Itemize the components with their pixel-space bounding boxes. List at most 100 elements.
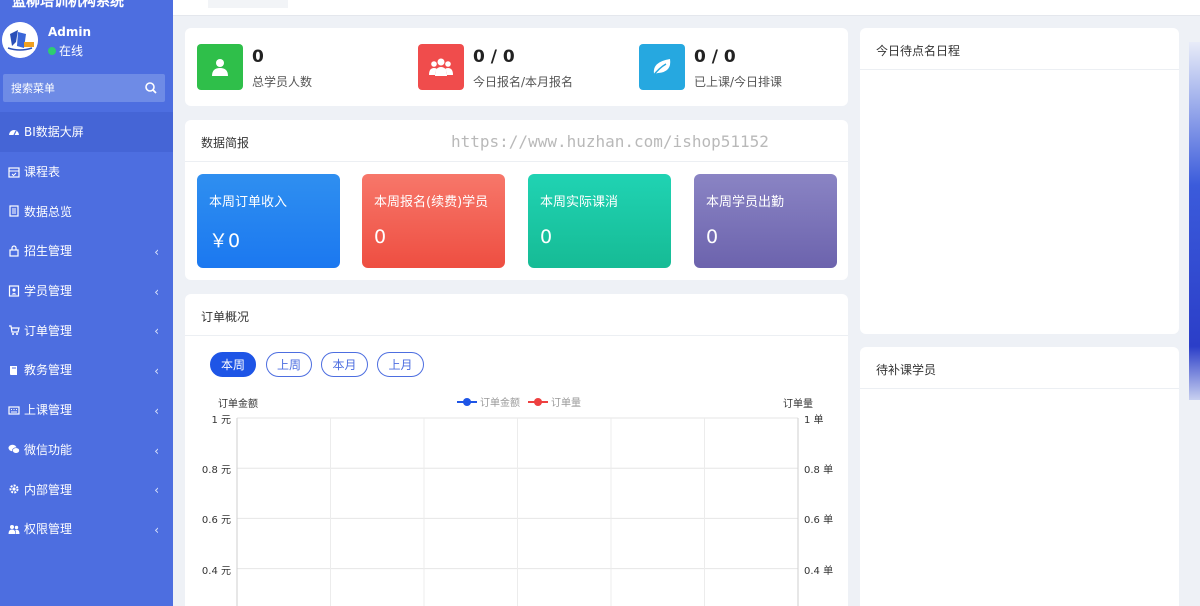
sidebar-item[interactable]: 招生管理 ‹ bbox=[0, 231, 173, 271]
stat-label: 总学员人数 bbox=[252, 75, 313, 89]
y2-tick-label: 0.8 单 bbox=[804, 465, 834, 477]
kpi-label: 本周报名(续费)学员 bbox=[374, 195, 489, 210]
kpi-weekly-attendance[interactable]: 本周学员出勤 0 bbox=[694, 174, 837, 268]
data-brief-card: 数据简报 https://www.huzhan.com/ishop51152 本… bbox=[185, 120, 848, 280]
chevron-left-icon: ‹ bbox=[154, 443, 159, 458]
kpi-value: ￥0 bbox=[209, 230, 241, 252]
top-nav-tab[interactable] bbox=[688, 0, 768, 8]
keyboard-icon bbox=[8, 404, 20, 416]
avatar[interactable] bbox=[2, 22, 38, 58]
search-icon[interactable] bbox=[143, 80, 159, 96]
kpi-label: 本周订单收入 bbox=[209, 195, 288, 210]
group-icon bbox=[418, 44, 464, 90]
sidebar-item[interactable]: BI数据大屏 bbox=[0, 112, 173, 152]
kpi-value: 0 bbox=[540, 226, 553, 248]
sidebar: 蓝柳培训机构系统 Admin 在线 BI数据大屏课程表数据总览招生管理‹学员管理… bbox=[0, 0, 173, 606]
leaf-icon bbox=[639, 44, 685, 90]
sidebar-item[interactable]: 数据总览 bbox=[0, 191, 173, 231]
top-nav bbox=[173, 0, 1200, 16]
chevron-left-icon: ‹ bbox=[154, 522, 159, 537]
card-title: 今日待点名日程 bbox=[876, 44, 961, 58]
y-tick-label: 0.8 元 bbox=[201, 465, 231, 477]
contact-card-icon bbox=[8, 284, 20, 297]
sidebar-item[interactable]: 课程表 bbox=[0, 152, 173, 192]
sidebar-item[interactable]: 学员管理 ‹ bbox=[0, 271, 173, 311]
top-nav-tab[interactable] bbox=[288, 0, 368, 8]
book-icon bbox=[8, 364, 20, 376]
top-nav-tab[interactable] bbox=[608, 0, 688, 8]
card-title: 待补课学员 bbox=[876, 363, 937, 377]
user-status: 在线 bbox=[48, 42, 83, 59]
watermark-text: https://www.huzhan.com/ishop51152 bbox=[451, 132, 769, 151]
side-panel-edge bbox=[1189, 42, 1200, 400]
top-nav-tab[interactable] bbox=[368, 0, 448, 8]
sidebar-item-label: 学员管理 bbox=[24, 284, 73, 299]
kpi-weekly-enrollment[interactable]: 本周报名(续费)学员 0 bbox=[362, 174, 505, 268]
chevron-left-icon: ‹ bbox=[154, 245, 159, 260]
y-tick-label: 1 元 bbox=[211, 415, 231, 426]
stat-enrollments: 0 / 0 今日报名/本月报名 bbox=[418, 44, 618, 90]
orders-card: 订单概况 本周 上周 本月 上月 订单金额 订单量 订单金额 订单量 1 元 0.… bbox=[185, 294, 848, 606]
sidebar-item[interactable]: 上课管理 ‹ bbox=[0, 390, 173, 430]
chevron-left-icon: ‹ bbox=[154, 364, 159, 379]
wechat-icon bbox=[8, 443, 20, 455]
kpi-value: 0 bbox=[374, 226, 387, 248]
sidebar-item[interactable]: 教务管理 ‹ bbox=[0, 350, 173, 390]
dashboard-icon bbox=[8, 126, 20, 138]
user-status-label: 在线 bbox=[59, 44, 84, 58]
stat-value: 0 bbox=[252, 47, 264, 67]
top-nav-tabs bbox=[208, 0, 768, 8]
sidebar-item-label: 内部管理 bbox=[24, 482, 73, 497]
app-title: 蓝柳培训机构系统 bbox=[12, 0, 124, 10]
stat-value: 0 / 0 bbox=[694, 47, 736, 67]
document-icon bbox=[8, 205, 20, 217]
online-status-icon bbox=[48, 47, 56, 55]
divider bbox=[185, 161, 848, 162]
top-nav-tab[interactable] bbox=[208, 0, 288, 8]
kpi-weekly-revenue[interactable]: 本周订单收入 ￥0 bbox=[197, 174, 340, 268]
menu-search-input[interactable] bbox=[3, 74, 139, 102]
stat-total-students: 0 总学员人数 bbox=[197, 44, 397, 90]
cart-icon bbox=[8, 324, 20, 336]
kpi-label: 本周实际课消 bbox=[540, 195, 619, 210]
sidebar-item[interactable]: 订单管理 ‹ bbox=[0, 310, 173, 350]
lock-icon bbox=[8, 245, 20, 257]
sidebar-item-label: 数据总览 bbox=[24, 204, 73, 219]
sidebar-item[interactable]: 微信功能 ‹ bbox=[0, 430, 173, 470]
chevron-left-icon: ‹ bbox=[154, 284, 159, 299]
y2-tick-label: 0.4 单 bbox=[804, 565, 834, 577]
y-tick-label: 0.4 元 bbox=[201, 565, 231, 577]
y2-tick-label: 0.6 单 bbox=[804, 515, 834, 527]
stat-label: 今日报名/本月报名 bbox=[473, 75, 574, 89]
divider bbox=[860, 388, 1179, 389]
schedule-card: 今日待点名日程 bbox=[860, 28, 1179, 334]
sidebar-item-label: 课程表 bbox=[24, 165, 61, 180]
logo-icon bbox=[2, 22, 38, 58]
menu-search bbox=[3, 74, 165, 102]
calendar-icon bbox=[8, 166, 20, 178]
sidebar-item[interactable]: 权限管理 ‹ bbox=[0, 509, 173, 549]
stat-label: 已上课/今日排课 bbox=[694, 75, 783, 89]
sidebar-item-label: 教务管理 bbox=[24, 363, 73, 378]
stat-classes: 0 / 0 已上课/今日排课 bbox=[639, 44, 839, 90]
chevron-left-icon: ‹ bbox=[154, 483, 159, 498]
top-nav-tab[interactable] bbox=[528, 0, 608, 8]
order-chart bbox=[236, 417, 799, 606]
kpi-label: 本周学员出勤 bbox=[706, 195, 785, 210]
chevron-left-icon: ‹ bbox=[154, 403, 159, 418]
y2-tick-label: 1 单 bbox=[804, 415, 824, 426]
y-tick-label: 0.6 元 bbox=[201, 515, 231, 527]
divider bbox=[860, 69, 1179, 70]
sidebar-item[interactable]: 内部管理 ‹ bbox=[0, 469, 173, 509]
user-icon bbox=[197, 44, 243, 90]
chevron-left-icon: ‹ bbox=[154, 324, 159, 339]
sidebar-item-label: 招生管理 bbox=[24, 244, 73, 259]
sidebar-item-label: 微信功能 bbox=[24, 442, 73, 457]
sidebar-item-label: 上课管理 bbox=[24, 403, 73, 418]
kpi-weekly-lessons[interactable]: 本周实际课消 0 bbox=[528, 174, 671, 268]
user-name: Admin bbox=[48, 25, 92, 39]
stat-value: 0 / 0 bbox=[473, 47, 515, 67]
sidebar-item-label: 权限管理 bbox=[24, 522, 73, 537]
sidebar-menu: BI数据大屏 课程表 数据总览 招生管理 ‹ 学员管理 ‹ 订单管理 ‹ 教务管理 ‹ 上课管理 ‹ 微信… bbox=[0, 112, 173, 549]
top-nav-tab[interactable] bbox=[448, 0, 528, 8]
